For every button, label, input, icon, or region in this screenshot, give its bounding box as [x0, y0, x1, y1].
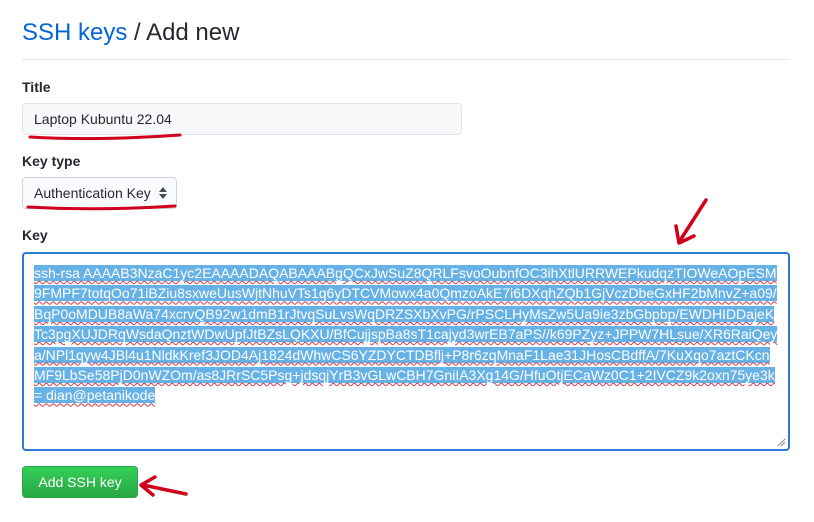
title-underline-mark — [28, 133, 182, 141]
annotation-overlay — [26, 133, 708, 497]
key-arrow-mark — [674, 198, 708, 245]
button-arrow-mark — [139, 475, 188, 497]
key-type-underline-mark — [26, 204, 177, 211]
